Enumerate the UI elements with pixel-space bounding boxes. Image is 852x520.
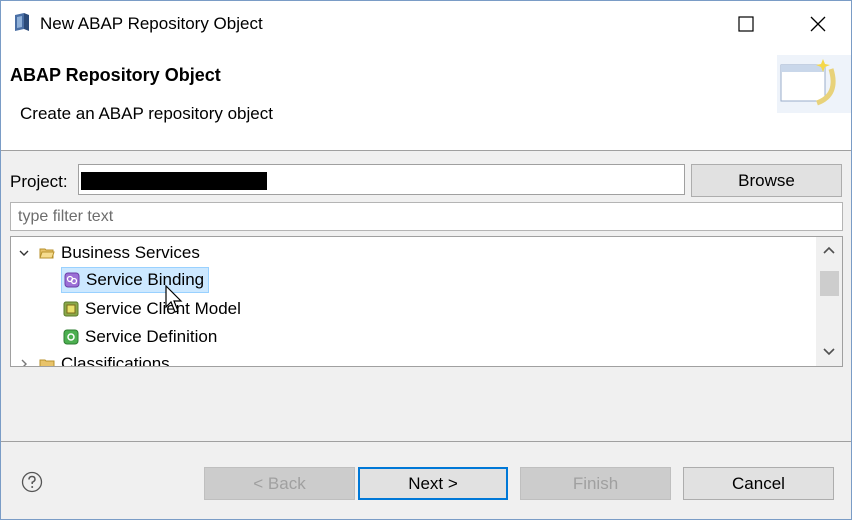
maximize-icon: [738, 16, 754, 32]
folder-icon: [39, 359, 55, 366]
footer-divider: [1, 441, 851, 442]
close-button[interactable]: [795, 1, 841, 47]
tree-item-business-services[interactable]: Business Services: [17, 240, 200, 266]
page-subtitle: Create an ABAP repository object: [20, 104, 273, 123]
tree-item-service-binding[interactable]: Service Binding: [61, 267, 210, 293]
service-binding-icon: [64, 272, 80, 288]
scroll-up-icon[interactable]: [821, 243, 837, 259]
tree-item-label: Classifications: [61, 354, 170, 367]
tree-item-service-definition[interactable]: Service Definition: [63, 324, 217, 350]
wizard-banner-icon: [777, 55, 851, 113]
scroll-down-icon[interactable]: [821, 343, 837, 359]
project-field[interactable]: [78, 164, 685, 195]
help-icon[interactable]: [21, 471, 43, 493]
cancel-button[interactable]: Cancel: [683, 467, 834, 500]
filter-input[interactable]: type filter text: [10, 202, 843, 231]
redacted-project-value: [81, 172, 267, 190]
maximize-button[interactable]: [723, 1, 769, 47]
title-bar: New ABAP Repository Object: [1, 1, 851, 47]
scrollbar-thumb[interactable]: [820, 271, 839, 296]
back-button[interactable]: < Back: [204, 467, 355, 500]
object-type-tree[interactable]: Business Services Service Binding Servic…: [10, 236, 843, 367]
wizard-header: ABAP Repository Object Create an ABAP re…: [1, 47, 851, 151]
mouse-cursor-icon: [165, 285, 183, 313]
tree-item-service-client-model[interactable]: Service Client Model: [63, 296, 241, 322]
next-button[interactable]: Next >: [358, 467, 508, 500]
tree-item-label: Service Client Model: [85, 299, 241, 318]
chevron-down-icon[interactable]: [17, 246, 31, 260]
service-client-model-icon: [63, 301, 79, 317]
finish-button[interactable]: Finish: [520, 467, 671, 500]
tree-scrollbar[interactable]: [816, 237, 842, 366]
dialog-window: New ABAP Repository Object ABAP Reposito…: [0, 0, 852, 520]
tree-item-label: Service Definition: [85, 327, 218, 346]
project-label: Project:: [10, 172, 68, 191]
close-icon: [810, 16, 826, 32]
page-title: ABAP Repository Object: [10, 65, 221, 85]
tree-item-classifications[interactable]: Classifications: [17, 351, 170, 367]
tree-item-label: Service Binding: [86, 270, 205, 289]
tree-item-label: Business Services: [61, 243, 200, 262]
service-definition-icon: [63, 329, 79, 345]
window-title: New ABAP Repository Object: [40, 14, 263, 33]
chevron-right-icon[interactable]: [17, 357, 31, 367]
folder-open-icon: [39, 248, 55, 259]
abap-object-icon: [15, 13, 29, 31]
browse-button[interactable]: Browse: [691, 164, 842, 197]
